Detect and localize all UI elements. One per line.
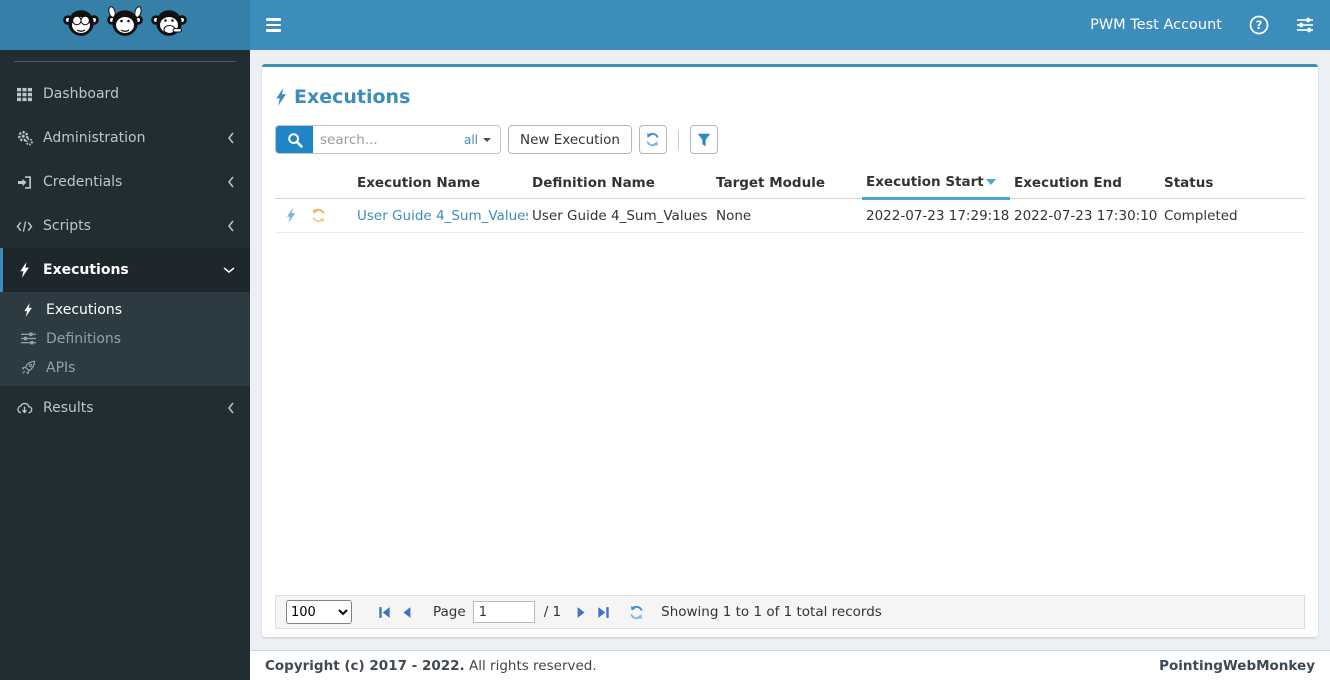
execution-name-link[interactable]: User Guide 4_Sum_Values	[357, 208, 528, 224]
executions-panel: Executions all	[262, 64, 1318, 637]
first-page-icon[interactable]	[378, 606, 391, 619]
table-row: User Guide 4_Sum_Values User Guide 4_Sum…	[275, 198, 1305, 233]
sidebar-item-results[interactable]: Results	[0, 386, 250, 430]
cloud-download-icon	[16, 401, 33, 415]
sidebar-item-credentials[interactable]: Credentials	[0, 160, 250, 204]
account-label[interactable]: PWM Test Account	[1090, 17, 1222, 33]
sidebar-toggle-button[interactable]	[264, 14, 283, 35]
settings-sliders-icon[interactable]	[1296, 17, 1314, 33]
prev-page-icon[interactable]	[401, 606, 412, 619]
toolbar-divider	[677, 129, 679, 150]
sign-in-icon	[16, 175, 33, 190]
copyright-text: Copyright (c) 2017 - 2022. All rights re…	[265, 657, 597, 674]
records-summary: Showing 1 to 1 of 1 total records	[661, 604, 882, 620]
submenu-item-executions[interactable]: Executions	[0, 295, 250, 324]
execution-end-cell: 2022-07-23 17:30:10	[1010, 198, 1160, 233]
sidebar-item-administration[interactable]: Administration	[0, 116, 250, 160]
execution-start-cell: 2022-07-23 17:29:18	[862, 198, 1010, 233]
refresh-icon	[646, 132, 660, 147]
submenu-item-definitions[interactable]: Definitions	[0, 324, 250, 353]
sort-desc-icon	[986, 179, 996, 185]
page-title: Executions	[275, 86, 1305, 108]
status-cell: Completed	[1160, 198, 1305, 233]
submenu-item-label: Definitions	[46, 330, 122, 347]
navbar: PWM Test Account ?	[250, 0, 1330, 50]
column-execution-end[interactable]: Execution End	[1010, 169, 1160, 199]
help-icon[interactable]: ?	[1249, 15, 1269, 35]
submenu-item-apis[interactable]: APIs	[0, 353, 250, 382]
sidebar-item-dashboard[interactable]: Dashboard	[0, 72, 250, 116]
refresh-button[interactable]	[638, 125, 667, 154]
search-scope-dropdown[interactable]: all	[460, 133, 500, 147]
sidebar-item-label: Dashboard	[43, 86, 119, 102]
page-number-input[interactable]	[472, 601, 535, 623]
rerun-refresh-icon[interactable]	[311, 208, 326, 223]
total-pages-label: / 1	[543, 604, 562, 620]
bolt-icon	[20, 302, 36, 317]
app-window: PWM Test Account ? Dashboard Administrat…	[0, 0, 1330, 680]
column-status[interactable]: Status	[1160, 169, 1305, 199]
pagination-bar: 100 Page / 1	[275, 595, 1305, 629]
sidebar-item-label: Results	[43, 400, 94, 416]
column-execution-name[interactable]: Execution Name	[353, 169, 528, 199]
executions-submenu: Executions Definitions APIs	[0, 292, 250, 386]
search-icon	[287, 132, 303, 148]
main-area: Executions all	[250, 50, 1330, 680]
column-definition-name[interactable]: Definition Name	[528, 169, 712, 199]
sidebar-divider	[14, 61, 236, 62]
svg-text:?: ?	[1256, 18, 1263, 32]
last-page-icon[interactable]	[597, 606, 610, 619]
code-icon	[16, 220, 33, 233]
chevron-left-icon	[227, 220, 235, 232]
search-group: all	[275, 125, 501, 154]
bolt-icon	[16, 262, 33, 278]
column-target-module[interactable]: Target Module	[712, 169, 862, 199]
sidebar-item-label: Scripts	[43, 218, 91, 234]
sidebar-item-label: Credentials	[43, 174, 123, 190]
chevron-left-icon	[227, 402, 235, 414]
run-bolt-icon[interactable]	[286, 208, 296, 223]
three-monkeys-logo[interactable]	[0, 0, 250, 50]
filter-icon	[697, 133, 711, 146]
empty-area	[275, 233, 1305, 595]
footer-brand: PointingWebMonkey	[1159, 657, 1315, 674]
grid-icon	[16, 87, 33, 102]
column-actions	[275, 169, 353, 199]
three-monkeys-icon	[63, 6, 187, 36]
rocket-icon	[20, 360, 36, 375]
new-execution-button[interactable]: New Execution	[508, 125, 632, 154]
caret-down-icon	[483, 137, 491, 142]
search-input[interactable]	[313, 131, 460, 148]
chevron-left-icon	[227, 132, 235, 144]
chevron-down-icon	[223, 266, 235, 274]
next-page-icon[interactable]	[576, 606, 587, 619]
executions-table: Execution Name Definition Name Target Mo…	[275, 169, 1305, 233]
chevron-left-icon	[227, 176, 235, 188]
page-label: Page	[433, 604, 466, 620]
toolbar: all New Execution	[275, 125, 1305, 154]
top-bar: PWM Test Account ?	[0, 0, 1330, 50]
sidebar-item-label: Executions	[43, 262, 129, 278]
sidebar-item-executions[interactable]: Executions	[0, 248, 250, 292]
gears-icon	[16, 130, 33, 146]
refresh-icon[interactable]	[629, 605, 644, 620]
submenu-item-label: Executions	[46, 301, 122, 318]
sidebar-item-label: Administration	[43, 130, 146, 146]
submenu-item-label: APIs	[46, 359, 76, 376]
footer: Copyright (c) 2017 - 2022. All rights re…	[250, 650, 1330, 680]
target-module-cell: None	[712, 198, 862, 233]
sliders-icon	[20, 332, 36, 345]
bolt-icon	[276, 88, 287, 106]
search-button[interactable]	[276, 126, 313, 153]
sidebar: Dashboard Administration Credentials Scr…	[0, 50, 250, 680]
sidebar-item-scripts[interactable]: Scripts	[0, 204, 250, 248]
filter-button[interactable]	[689, 125, 718, 154]
definition-name-cell: User Guide 4_Sum_Values	[528, 198, 712, 233]
column-execution-start[interactable]: Execution Start	[862, 169, 1010, 200]
page-size-select[interactable]: 100	[286, 600, 352, 624]
